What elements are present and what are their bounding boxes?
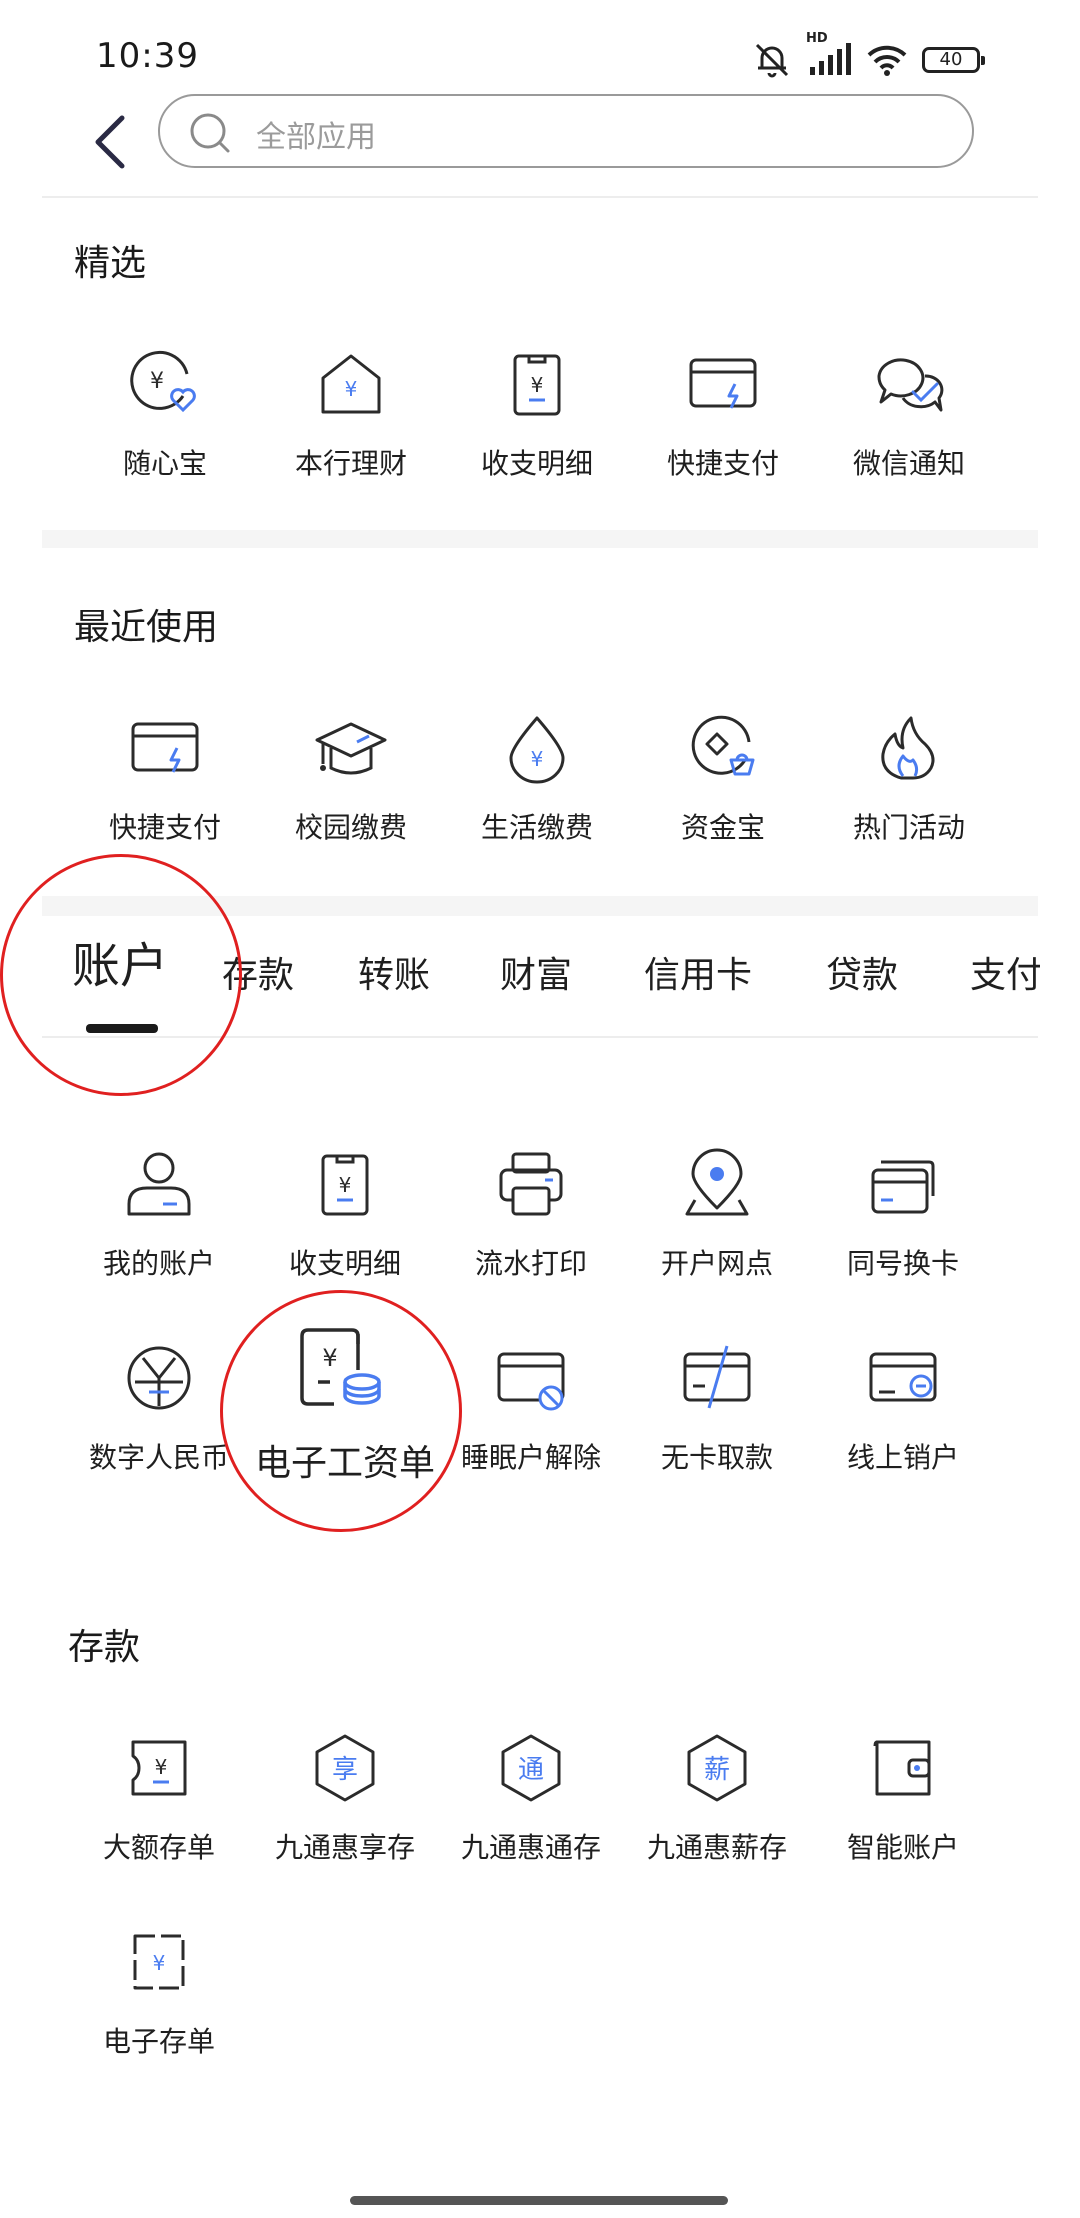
- tab-loan[interactable]: 贷款: [826, 946, 898, 998]
- battery-icon: 40: [922, 47, 985, 73]
- tab-deposit[interactable]: 存款: [222, 946, 294, 998]
- section-title-featured: 精选: [74, 243, 147, 284]
- yuan-house-icon: ¥: [321, 354, 381, 414]
- network-type-label: HD: [806, 31, 828, 46]
- recent-item-hot-activity[interactable]: 热门活动: [816, 712, 1002, 852]
- digital-yuan-icon: [127, 1346, 191, 1410]
- account-item-card-replace[interactable]: 同号换卡: [810, 1148, 996, 1288]
- svg-text:¥: ¥: [322, 1344, 337, 1372]
- yuan-clipboard-icon: ¥: [321, 1154, 369, 1216]
- mute-bell-icon: [752, 40, 792, 80]
- printer-icon: [499, 1152, 563, 1216]
- yuan-drop-icon: ¥: [509, 716, 565, 784]
- location-pin-icon: [685, 1148, 749, 1216]
- graduation-cap-icon: [315, 722, 387, 775]
- item-label: 微信通知: [852, 447, 965, 480]
- payslip-coins-icon: ¥: [300, 1328, 381, 1406]
- wifi-icon: [866, 43, 908, 77]
- card-lightning-icon: [689, 358, 757, 409]
- svg-text:¥: ¥: [339, 1173, 352, 1197]
- wallet-icon: [873, 1740, 931, 1796]
- tab-credit-card[interactable]: 信用卡: [644, 946, 752, 998]
- yuan-heart-coin-icon: ¥: [130, 350, 196, 413]
- svg-text:¥: ¥: [345, 377, 358, 401]
- home-indicator[interactable]: [350, 2196, 728, 2205]
- item-label: 智能账户: [846, 1831, 959, 1864]
- yuan-certificate-icon: ¥: [131, 1740, 187, 1796]
- category-tab-bar: 账户 存款 转账 财富 信用卡 贷款 支付: [0, 898, 1040, 1038]
- card-slash-icon: [683, 1345, 751, 1409]
- user-icon: [127, 1152, 191, 1216]
- tab-divider: [42, 1036, 1038, 1038]
- item-label: 热门活动: [852, 811, 965, 844]
- account-item-online-close[interactable]: 线上销户: [810, 1342, 996, 1482]
- active-tab-indicator: [86, 1024, 158, 1033]
- tab-payment[interactable]: 支付: [970, 946, 1040, 998]
- yuan-clipboard-icon: ¥: [513, 354, 561, 416]
- back-button[interactable]: [84, 104, 136, 180]
- tab-wealth[interactable]: 财富: [500, 946, 572, 998]
- item-label: 线上销户: [846, 1441, 959, 1474]
- card-block-icon: [497, 1352, 565, 1411]
- status-time: 10:39: [96, 36, 199, 76]
- chevron-left-icon: [95, 115, 125, 169]
- hexagon-tong-icon: 通: [501, 1734, 561, 1802]
- flame-icon: [881, 716, 935, 780]
- hexagon-glyph: 享: [332, 1755, 358, 1785]
- search-icon: [190, 113, 230, 153]
- chat-check-icon: [877, 358, 944, 412]
- svg-text:¥: ¥: [153, 1951, 166, 1975]
- hexagon-glyph: 薪: [704, 1755, 730, 1785]
- hexagon-xin-icon: 薪: [687, 1734, 747, 1802]
- svg-text:¥: ¥: [155, 1755, 168, 1779]
- signal-icon: HD: [806, 31, 852, 77]
- svg-text:¥: ¥: [531, 373, 544, 397]
- yuan-receipt-icon: ¥: [133, 1934, 185, 1990]
- section-title-deposit: 存款: [68, 1627, 141, 1668]
- deposit-item-e-cd[interactable]: ¥ 电子存单: [66, 1926, 252, 2066]
- section-separator: [42, 530, 1038, 548]
- search-placeholder: 全部应用: [256, 120, 376, 155]
- tab-transfer[interactable]: 转账: [358, 946, 430, 998]
- card-minus-icon: [869, 1352, 937, 1402]
- svg-text:¥: ¥: [531, 747, 544, 771]
- item-label: 电子存单: [102, 2025, 215, 2058]
- svg-text:¥: ¥: [150, 369, 164, 394]
- stacked-cards-icon: [871, 1160, 935, 1214]
- hexagon-glyph: 通: [518, 1755, 544, 1785]
- header: 全部应用: [0, 90, 1080, 198]
- header-divider: [42, 196, 1038, 198]
- card-lightning-icon: [131, 722, 199, 773]
- search-input[interactable]: 全部应用: [158, 94, 974, 168]
- tab-account[interactable]: 账户: [72, 926, 168, 996]
- featured-item-wechat-notify[interactable]: 微信通知: [816, 348, 1002, 488]
- deposit-item-smart-account[interactable]: 智能账户: [810, 1732, 996, 1872]
- hexagon-xiang-icon: 享: [315, 1734, 375, 1802]
- item-label: 同号换卡: [846, 1247, 959, 1280]
- section-title-recent: 最近使用: [74, 607, 219, 648]
- coin-basket-icon: [691, 715, 755, 776]
- status-icons: HD 40: [752, 31, 985, 80]
